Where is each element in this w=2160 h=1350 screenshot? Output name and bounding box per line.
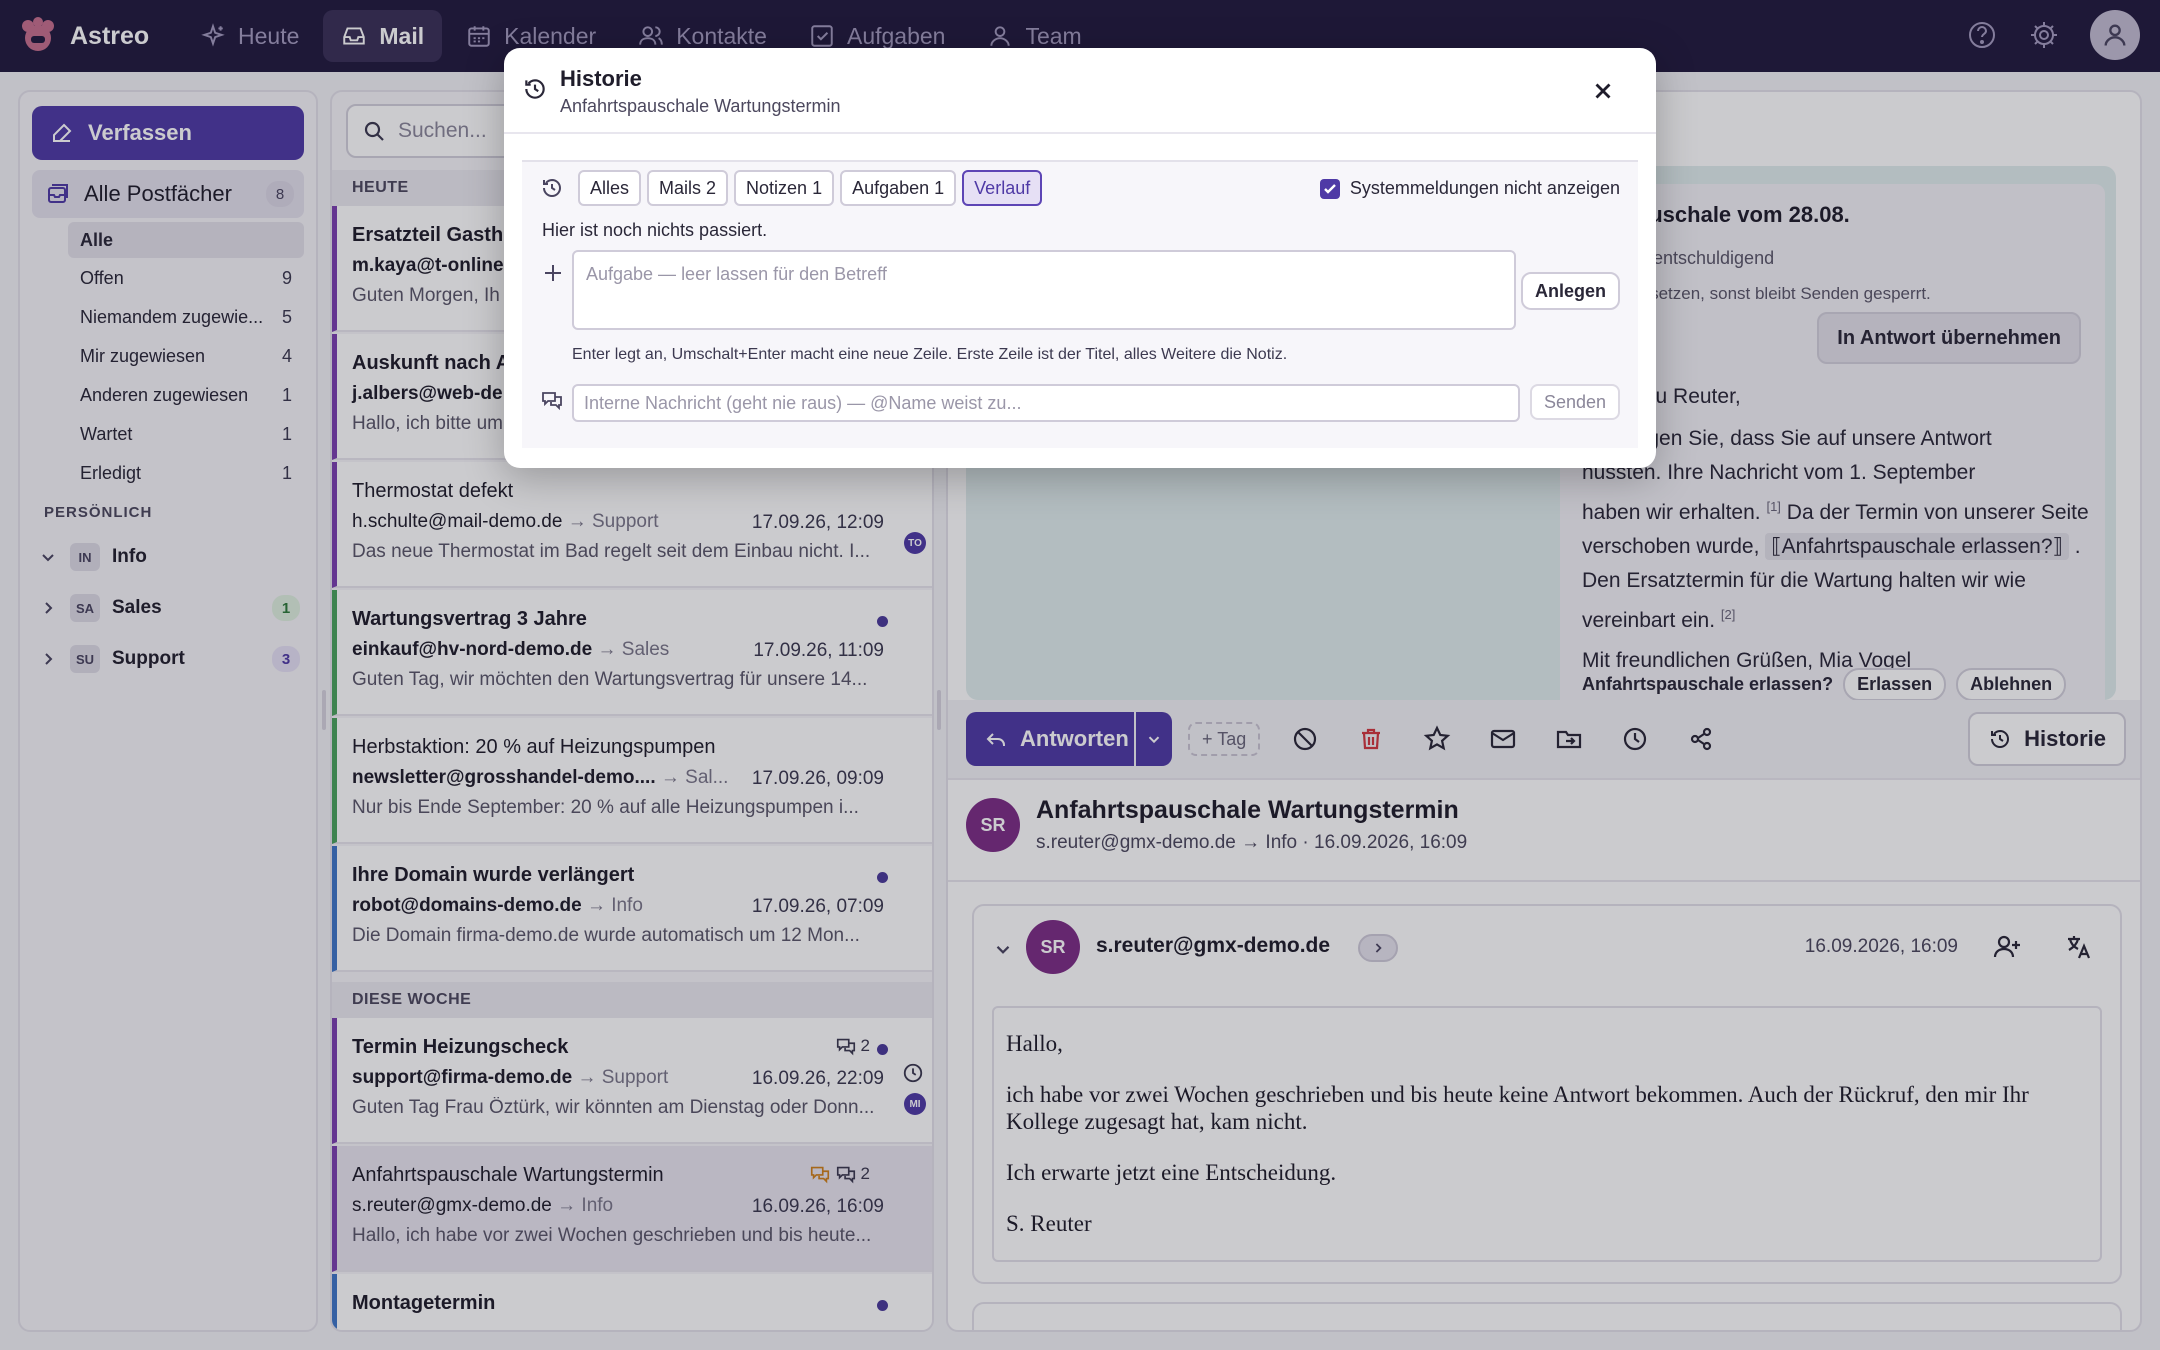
note-placeholder: Interne Nachricht (geht nie raus) — @Nam… [584, 392, 1022, 413]
dialog-body: Alles Mails 2 Notizen 1 Aufgaben 1 Verla… [522, 160, 1638, 448]
filter-aufgaben[interactable]: Aufgaben 1 [840, 170, 957, 206]
dialog-title: Historie [560, 66, 642, 91]
filter-notizen[interactable]: Notizen 1 [734, 170, 835, 206]
plus-icon [545, 265, 561, 281]
dialog-header: Historie Anfahrtspauschale Wartungstermi… [504, 48, 1656, 134]
internal-note-input[interactable]: Interne Nachricht (geht nie raus) — @Nam… [572, 384, 1520, 422]
dialog-subtitle: Anfahrtspauschale Wartungstermin [560, 96, 841, 116]
create-task-button[interactable]: Anlegen [1520, 272, 1620, 310]
filter-tabs: Alles Mails 2 Notizen 1 Aufgaben 1 Verla… [540, 170, 1043, 206]
send-note-button[interactable]: Senden [1529, 384, 1620, 420]
hide-system-toggle[interactable]: Systemmeldungen nicht anzeigen [1319, 178, 1620, 199]
chat-icon [542, 392, 562, 411]
empty-state: Hier ist noch nichts passiert. [542, 220, 768, 240]
close-icon[interactable] [1590, 78, 1616, 104]
filter-alles[interactable]: Alles [578, 170, 642, 206]
history-icon [525, 79, 545, 99]
filter-verlauf[interactable]: Verlauf [962, 170, 1043, 206]
hide-system-label: Systemmeldungen nicht anzeigen [1349, 178, 1620, 198]
history-icon [543, 178, 561, 197]
history-dialog: Historie Anfahrtspauschale Wartungstermi… [504, 48, 1656, 468]
task-hint: Enter legt an, Umschalt+Enter macht eine… [572, 346, 1288, 363]
task-input[interactable]: Aufgabe — leer lassen für den Betreff [572, 250, 1516, 330]
check-icon [1323, 183, 1336, 194]
checkbox-checked[interactable] [1319, 178, 1340, 199]
filter-mails[interactable]: Mails 2 [647, 170, 729, 206]
